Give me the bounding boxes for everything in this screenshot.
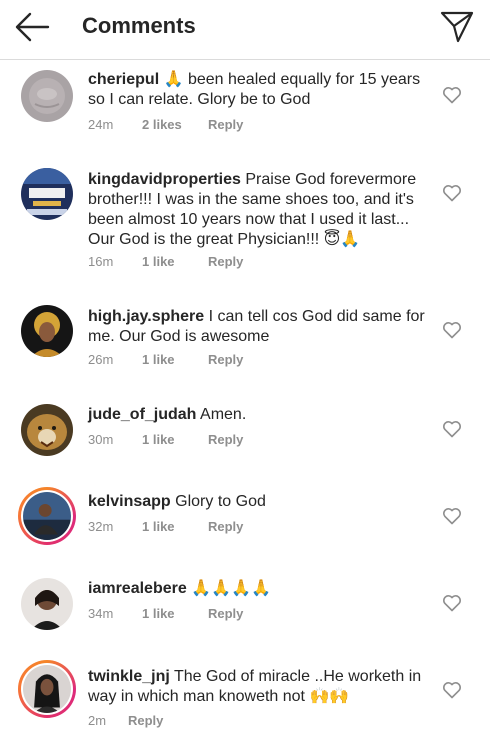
- comment-username[interactable]: kingdavidproperties: [88, 171, 241, 188]
- comment-time: 26m: [88, 352, 114, 367]
- back-arrow-icon[interactable]: [12, 10, 52, 44]
- comment-meta: 32m 1 like Reply: [88, 519, 243, 535]
- avatar[interactable]: [21, 404, 73, 456]
- comment-text: jude_of_judah Amen.: [88, 405, 428, 425]
- comment-likes[interactable]: 2 likes: [142, 117, 208, 133]
- comment-likes[interactable]: 1 like: [142, 352, 208, 368]
- heart-icon[interactable]: [442, 594, 462, 612]
- reply-button[interactable]: Reply: [128, 713, 163, 729]
- avatar-story-ring[interactable]: [18, 660, 76, 718]
- avatar[interactable]: [21, 578, 73, 630]
- comment-likes[interactable]: 1 like: [142, 519, 208, 535]
- comment-username[interactable]: iamrealebere: [88, 580, 187, 597]
- comment-username[interactable]: twinkle_jnj: [88, 668, 170, 685]
- comment-username[interactable]: jude_of_judah: [88, 406, 196, 423]
- comment-meta: 16m 1 like Reply: [88, 254, 243, 270]
- avatar[interactable]: [21, 305, 73, 357]
- reply-button[interactable]: Reply: [208, 117, 243, 133]
- page-title: Comments: [82, 13, 196, 38]
- comment-time: 30m: [88, 432, 114, 447]
- comment-meta: 26m 1 like Reply: [88, 352, 243, 368]
- comment-text: kingdavidproperties Praise God forevermo…: [88, 170, 428, 250]
- heart-icon[interactable]: [442, 420, 462, 438]
- comment-text: kelvinsapp Glory to God: [88, 492, 428, 512]
- comment-username[interactable]: kelvinsapp: [88, 493, 171, 510]
- comment-meta: 24m 2 likes Reply: [88, 117, 243, 133]
- comment-username[interactable]: high.jay.sphere: [88, 308, 204, 325]
- comment-meta: 2m Reply: [88, 713, 163, 729]
- reply-button[interactable]: Reply: [208, 432, 243, 448]
- comment-time: 16m: [88, 254, 114, 269]
- comments-header: Comments: [0, 0, 490, 60]
- avatar[interactable]: [21, 168, 73, 220]
- comment-text: high.jay.sphere I can tell cos God did s…: [88, 307, 428, 347]
- comment-meta: 30m 1 like Reply: [88, 432, 243, 448]
- heart-icon[interactable]: [442, 184, 462, 202]
- reply-button[interactable]: Reply: [208, 254, 243, 270]
- comment-likes[interactable]: 1 like: [142, 254, 208, 270]
- comment-text: iamrealebere 🙏🙏🙏🙏: [88, 579, 428, 599]
- comment-likes[interactable]: 1 like: [142, 432, 208, 448]
- heart-icon[interactable]: [442, 86, 462, 104]
- heart-icon[interactable]: [442, 681, 462, 699]
- paper-plane-icon[interactable]: [438, 8, 478, 46]
- comment-time: 34m: [88, 606, 114, 621]
- comment-body: 🙏🙏🙏🙏: [191, 580, 271, 597]
- comment-body: Glory to God: [175, 493, 266, 510]
- reply-button[interactable]: Reply: [208, 606, 243, 622]
- comment-time: 32m: [88, 519, 114, 534]
- comment-likes[interactable]: 1 like: [142, 606, 208, 622]
- comment-time: 2m: [88, 713, 107, 728]
- heart-icon[interactable]: [442, 507, 462, 525]
- comment-text: cheriepul 🙏 been healed equally for 15 y…: [88, 70, 428, 110]
- comment-text: twinkle_jnj The God of miracle ..He work…: [88, 667, 428, 707]
- avatar[interactable]: [21, 70, 73, 122]
- heart-icon[interactable]: [442, 321, 462, 339]
- reply-button[interactable]: Reply: [208, 352, 243, 368]
- reply-button[interactable]: Reply: [208, 519, 243, 535]
- comment-username[interactable]: cheriepul: [88, 71, 159, 88]
- comment-time: 24m: [88, 117, 114, 132]
- avatar-story-ring[interactable]: [18, 487, 76, 545]
- comment-body: Amen.: [200, 406, 247, 423]
- comment-meta: 34m 1 like Reply: [88, 606, 243, 622]
